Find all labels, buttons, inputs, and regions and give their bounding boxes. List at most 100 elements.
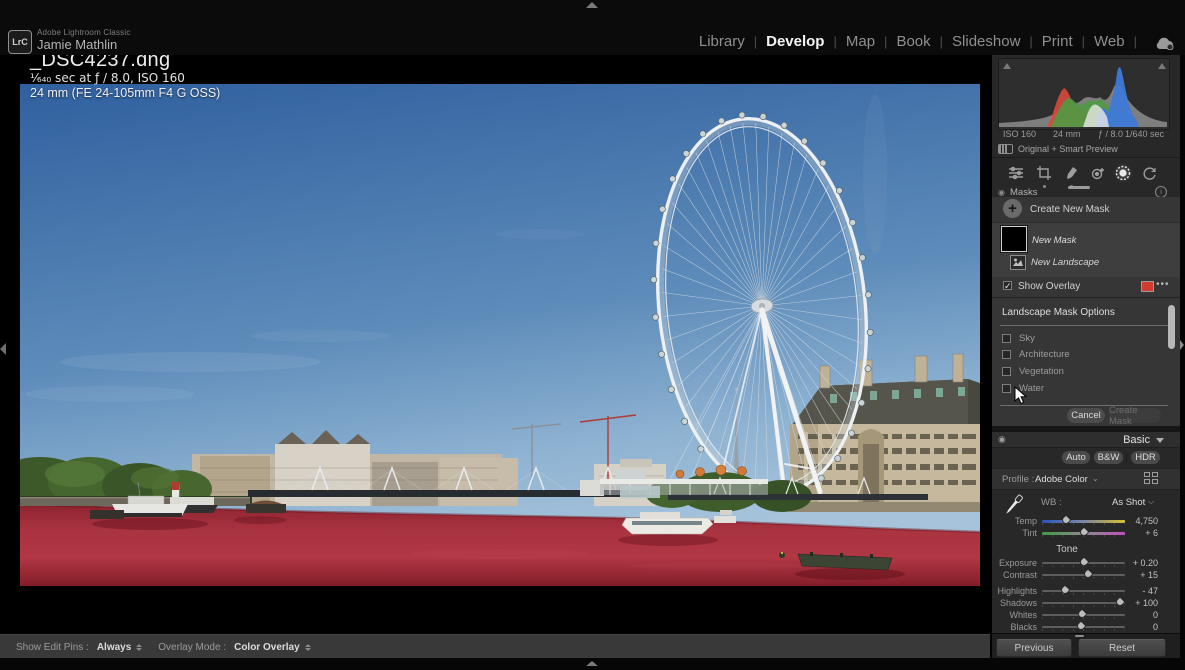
tint-slider[interactable] <box>1042 532 1125 535</box>
show-overlay-checkbox[interactable]: ✓ <box>1003 281 1012 290</box>
contrast-slider[interactable] <box>1042 574 1125 576</box>
healing-tool-icon[interactable] <box>1061 163 1081 183</box>
mask-thumbnail[interactable] <box>1001 226 1027 252</box>
module-print[interactable]: Print <box>1041 33 1074 50</box>
bottom-panel-expand-arrow[interactable] <box>586 661 598 666</box>
right-panel-collapse-arrow[interactable] <box>1180 340 1184 350</box>
slider-thumb[interactable] <box>1079 526 1090 537</box>
slider-thumb[interactable] <box>1078 556 1089 567</box>
module-web[interactable]: Web <box>1093 33 1126 50</box>
slider-thumb[interactable] <box>1076 608 1087 619</box>
divider <box>1126 453 1127 462</box>
cloud-sync-icon[interactable] <box>1155 36 1175 55</box>
masking-tool-icon[interactable] <box>1113 163 1133 183</box>
histogram[interactable] <box>998 58 1170 130</box>
iso-value: ISO 160 <box>1003 129 1036 139</box>
create-mask-button[interactable]: Create Mask <box>1109 408 1161 423</box>
whites-label: Whites <box>992 610 1037 620</box>
basic-panel-title: Basic <box>1123 434 1150 446</box>
shadows-slider[interactable] <box>1042 602 1125 604</box>
basic-eye-icon[interactable]: ◉ <box>998 434 1006 445</box>
overlay-color-swatch[interactable] <box>1141 281 1154 292</box>
redeye-tool-icon[interactable] <box>1087 163 1107 183</box>
overlay-options-icon[interactable]: ••• <box>1156 279 1170 290</box>
slider-thumb[interactable] <box>1060 514 1071 525</box>
sync-tool-icon[interactable] <box>1139 163 1159 183</box>
previous-button[interactable]: Previous <box>996 639 1072 657</box>
wb-label: WB : <box>1041 497 1062 508</box>
updown-icon[interactable] <box>136 644 142 651</box>
photo-canvas[interactable] <box>20 84 980 586</box>
module-library[interactable]: Library <box>698 33 746 50</box>
collapse-triangle-icon[interactable] <box>1156 438 1164 443</box>
create-new-mask-row[interactable]: + Create New Mask <box>992 197 1180 222</box>
show-overlay-label: Show Overlay <box>1018 281 1080 292</box>
sky-label: Sky <box>1019 333 1035 344</box>
tone-section-title: Tone <box>1037 544 1097 555</box>
temp-value[interactable]: 4,750 <box>1124 516 1158 526</box>
mask-item-label[interactable]: New Mask <box>1032 235 1076 246</box>
slider-thumb[interactable] <box>1082 568 1093 579</box>
whites-slider[interactable] <box>1042 614 1125 616</box>
left-panel-expand-arrow[interactable] <box>0 343 6 355</box>
tint-slider-row: Tint + 6 <box>992 527 1180 539</box>
tint-label: Tint <box>992 528 1037 538</box>
panel-scrollbar[interactable] <box>1168 305 1175 349</box>
mask-component-thumbnail[interactable] <box>1010 255 1026 270</box>
plus-icon[interactable]: + <box>1003 199 1022 218</box>
highlights-label: Highlights <box>992 586 1037 596</box>
profile-select[interactable]: Adobe Color <box>1035 474 1088 485</box>
blacks-slider-row: Blacks 0 <box>992 621 1180 633</box>
histogram-plot <box>999 59 1167 127</box>
masks-eye-icon[interactable]: ◉ <box>998 188 1005 197</box>
architecture-label: Architecture <box>1019 349 1070 360</box>
exposure-value[interactable]: + 0.20 <box>1124 558 1158 568</box>
auto-button[interactable]: Auto <box>1062 451 1090 464</box>
temp-slider[interactable] <box>1042 520 1125 523</box>
sky-checkbox[interactable] <box>1002 334 1011 343</box>
shadows-label: Shadows <box>992 598 1037 608</box>
module-map[interactable]: Map <box>845 33 876 50</box>
top-panel-expand-arrow[interactable] <box>586 2 598 8</box>
cancel-button[interactable]: Cancel <box>1067 408 1105 423</box>
hdr-button[interactable]: HDR <box>1131 451 1160 464</box>
crop-tool-icon[interactable] <box>1034 163 1054 183</box>
shutter-value: 1/640 sec <box>1125 129 1164 139</box>
overlay-mode-select[interactable]: Color Overlay <box>234 642 300 653</box>
profile-browser-icon[interactable] <box>1144 472 1158 485</box>
shadow-clipping-icon[interactable] <box>1001 61 1012 71</box>
highlights-slider[interactable] <box>1042 590 1125 592</box>
smart-preview-status[interactable]: Original + Smart Preview <box>998 142 1168 155</box>
reset-button[interactable]: Reset <box>1078 639 1166 657</box>
module-develop[interactable]: Develop <box>765 33 825 50</box>
vegetation-checkbox[interactable] <box>1002 367 1011 376</box>
highlights-value[interactable]: - 47 <box>1124 586 1158 596</box>
mask-component-label[interactable]: New Landscape <box>1031 257 1099 268</box>
shadows-value[interactable]: + 100 <box>1124 598 1158 608</box>
blacks-slider[interactable] <box>1042 626 1125 628</box>
slider-thumb[interactable] <box>1075 620 1086 631</box>
london-eye-photo <box>20 84 980 586</box>
show-edit-pins-select[interactable]: Always <box>97 642 131 653</box>
chevron-down-icon[interactable]: ⌄ <box>1092 474 1099 483</box>
panel-drag-pip[interactable] <box>1075 635 1084 637</box>
slider-thumb[interactable] <box>1060 584 1071 595</box>
develop-canvas: _DSC4237.dng ¹⁄₆₄₀ sec at ƒ / 8.0, ISO 1… <box>0 55 990 634</box>
contrast-value[interactable]: + 15 <box>1124 570 1158 580</box>
updown-icon[interactable]: ⌵ <box>1148 497 1154 507</box>
basic-adjust-tool-icon[interactable] <box>1006 163 1026 183</box>
bw-button[interactable]: B&W <box>1094 451 1123 464</box>
exposure-slider[interactable] <box>1042 562 1125 564</box>
module-book[interactable]: Book <box>895 33 931 50</box>
contrast-label: Contrast <box>992 570 1037 580</box>
module-slideshow[interactable]: Slideshow <box>951 33 1021 50</box>
highlight-clipping-icon[interactable] <box>1156 61 1167 71</box>
architecture-checkbox[interactable] <box>1002 350 1011 359</box>
water-checkbox[interactable] <box>1002 384 1011 393</box>
updown-icon[interactable] <box>305 644 311 651</box>
basic-panel-header[interactable]: ◉ Basic <box>992 432 1180 448</box>
whites-value[interactable]: 0 <box>1124 610 1158 620</box>
tint-value[interactable]: + 6 <box>1124 528 1158 538</box>
wb-select[interactable]: As Shot <box>1112 497 1145 508</box>
blacks-value[interactable]: 0 <box>1124 622 1158 632</box>
